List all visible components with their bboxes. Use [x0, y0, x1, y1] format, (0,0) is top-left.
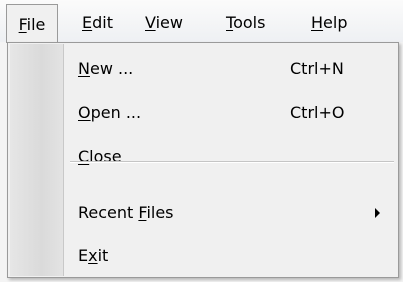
menu-tools-label: Tools [226, 13, 266, 32]
menu-item-close[interactable]: Close [8, 137, 398, 177]
menu-tools[interactable]: Tools [226, 0, 265, 42]
submenu-arrow-icon [375, 208, 380, 218]
menu-bar: File Edit View Tools Help [0, 0, 403, 43]
menu-item-new-label: New ... [78, 59, 134, 78]
menu-separator [70, 161, 394, 163]
file-menu-dropdown: New ... Ctrl+N Open ... Ctrl+O Close Rec… [7, 42, 399, 278]
menu-item-open-shortcut: Ctrl+O [290, 103, 345, 122]
menu-edit-label: Edit [82, 13, 113, 32]
menu-help-label: Help [311, 13, 348, 32]
menu-item-recent-files-label: Recent Files [78, 203, 174, 222]
menu-view[interactable]: View [145, 0, 183, 42]
menu-item-exit-label: Exit [78, 246, 109, 265]
menu-item-exit[interactable]: Exit [8, 236, 398, 276]
menu-item-new[interactable]: New ... Ctrl+N [8, 49, 398, 89]
menu-view-label: View [145, 13, 183, 32]
menu-file-label: File [18, 15, 46, 34]
menu-item-new-shortcut: Ctrl+N [290, 59, 344, 78]
menu-item-open-label: Open ... [78, 103, 142, 122]
menu-edit[interactable]: Edit [82, 0, 113, 42]
menu-item-open[interactable]: Open ... Ctrl+O [8, 93, 398, 133]
menu-file[interactable]: File [6, 4, 58, 43]
menu-item-close-label: Close [78, 147, 122, 166]
menu-help[interactable]: Help [311, 0, 347, 42]
menu-item-recent-files[interactable]: Recent Files [8, 193, 398, 233]
